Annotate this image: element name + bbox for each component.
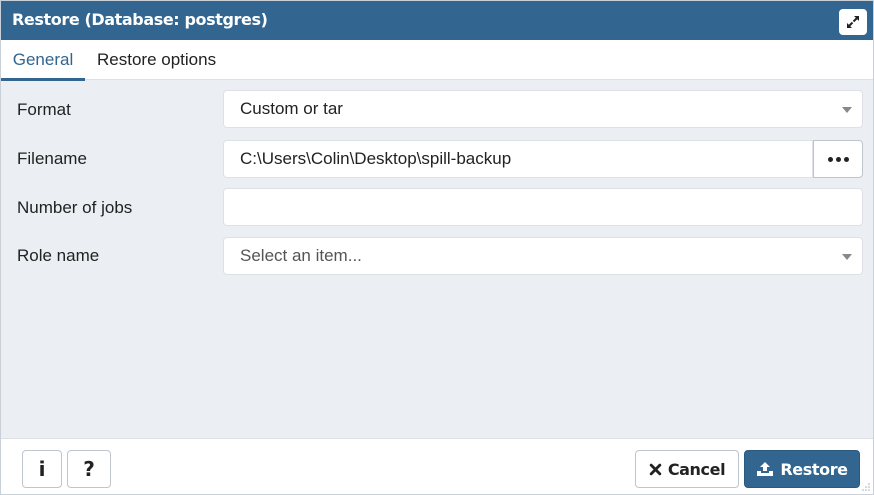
restore-dialog: Restore (Database: postgres) General Res… bbox=[0, 0, 874, 495]
role-select[interactable]: Select an item... bbox=[223, 237, 863, 275]
dialog-footer: i ? Cancel Restore bbox=[1, 438, 873, 494]
info-button[interactable]: i bbox=[22, 450, 62, 488]
filename-label: Filename bbox=[17, 149, 87, 168]
help-icon: ? bbox=[83, 457, 95, 481]
active-tab-indicator bbox=[1, 78, 85, 81]
restore-label: Restore bbox=[780, 459, 848, 479]
tab-general[interactable]: General bbox=[1, 40, 85, 81]
format-select[interactable]: Custom or tar bbox=[223, 90, 863, 128]
jobs-input[interactable] bbox=[223, 188, 863, 226]
format-label: Format bbox=[17, 100, 71, 119]
tab-general-label: General bbox=[12, 50, 74, 69]
chevron-down-icon bbox=[842, 107, 852, 113]
format-value: Custom or tar bbox=[240, 99, 343, 118]
tab-restore-options-label: Restore options bbox=[97, 50, 217, 69]
chevron-down-icon bbox=[842, 254, 852, 260]
ellipsis-icon bbox=[826, 156, 850, 162]
resize-grip-icon[interactable] bbox=[862, 483, 870, 491]
cancel-button[interactable]: Cancel bbox=[635, 450, 739, 488]
tab-bar: General Restore options bbox=[1, 40, 873, 81]
cancel-label: Cancel bbox=[667, 459, 726, 479]
tab-restore-options[interactable]: Restore options bbox=[97, 40, 216, 80]
expand-arrows-icon bbox=[847, 16, 859, 28]
jobs-label: Number of jobs bbox=[17, 198, 133, 217]
info-icon: i bbox=[38, 457, 46, 481]
maximize-button[interactable] bbox=[839, 9, 867, 35]
title-bar[interactable]: Restore (Database: postgres) bbox=[1, 1, 873, 40]
help-button[interactable]: ? bbox=[67, 450, 111, 488]
filename-input[interactable]: C:\Users\Colin\Desktop\spill-backup bbox=[223, 140, 813, 178]
close-icon bbox=[649, 463, 662, 476]
dialog-title: Restore (Database: postgres) bbox=[12, 10, 268, 29]
restore-button[interactable]: Restore bbox=[744, 450, 860, 488]
role-label: Role name bbox=[17, 246, 100, 265]
upload-icon bbox=[756, 461, 774, 477]
browse-file-button[interactable] bbox=[813, 140, 863, 178]
role-placeholder: Select an item... bbox=[240, 246, 362, 265]
filename-value: C:\Users\Colin\Desktop\spill-backup bbox=[240, 149, 512, 168]
